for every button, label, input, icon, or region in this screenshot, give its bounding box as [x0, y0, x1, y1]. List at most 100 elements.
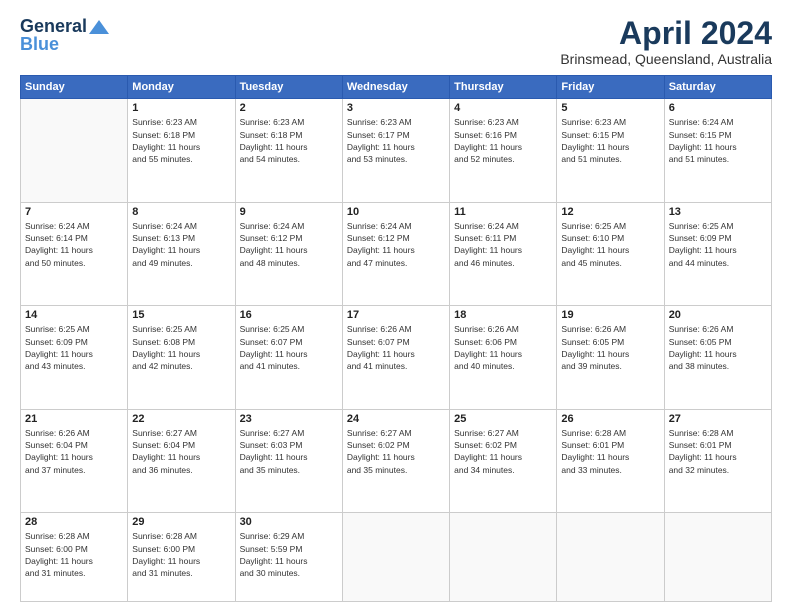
day-number: 3 — [347, 102, 445, 114]
calendar-header-row: Sunday Monday Tuesday Wednesday Thursday… — [21, 76, 772, 99]
table-row: 29 Sunrise: 6:28 AM Sunset: 6:00 PM Dayli… — [128, 513, 235, 602]
day-number: 7 — [25, 206, 123, 218]
day-number: 20 — [669, 309, 767, 321]
table-row: 5 Sunrise: 6:23 AM Sunset: 6:15 PM Daylig… — [557, 99, 664, 203]
table-row: 16Sunrise: 6:25 AM Sunset: 6:07 PM Dayli… — [235, 306, 342, 410]
header-sunday: Sunday — [21, 76, 128, 99]
title-block: April 2024 Brinsmead, Queensland, Austra… — [560, 16, 772, 67]
day-number: 2 — [240, 102, 338, 114]
table-row: 20 Sunrise: 6:26 AM Sunset: 6:05 PM Dayli… — [664, 306, 771, 410]
day-info: Sunrise: 6:23 AM Sunset: 6:18 PM Dayligh… — [240, 116, 338, 165]
day-info: Sunrise: 6:27 AM Sunset: 6:03 PM Dayligh… — [240, 427, 338, 476]
day-number: 29 — [132, 516, 230, 528]
table-row: 24Sunrise: 6:27 AM Sunset: 6:02 PM Dayli… — [342, 409, 449, 513]
day-number: 13 — [669, 206, 767, 218]
day-number: 5 — [561, 102, 659, 114]
day-info: Sunrise: 6:28 AM Sunset: 6:01 PM Dayligh… — [561, 427, 659, 476]
day-number: 22 — [132, 413, 230, 425]
day-info: Sunrise: 6:23 AM Sunset: 6:17 PM Dayligh… — [347, 116, 445, 165]
header-friday: Friday — [557, 76, 664, 99]
header: General Blue April 2024 Brinsmead, Queen… — [20, 16, 772, 67]
day-info: Sunrise: 6:27 AM Sunset: 6:02 PM Dayligh… — [454, 427, 552, 476]
day-number: 12 — [561, 206, 659, 218]
logo-icon — [89, 20, 109, 34]
table-row: 26Sunrise: 6:28 AM Sunset: 6:01 PM Dayli… — [557, 409, 664, 513]
logo-blue: Blue — [20, 34, 59, 55]
day-info: Sunrise: 6:25 AM Sunset: 6:09 PM Dayligh… — [25, 323, 123, 372]
day-info: Sunrise: 6:24 AM Sunset: 6:14 PM Dayligh… — [25, 220, 123, 269]
day-number: 11 — [454, 206, 552, 218]
day-number: 19 — [561, 309, 659, 321]
day-info: Sunrise: 6:26 AM Sunset: 6:05 PM Dayligh… — [561, 323, 659, 372]
day-info: Sunrise: 6:24 AM Sunset: 6:12 PM Dayligh… — [347, 220, 445, 269]
logo: General Blue — [20, 16, 109, 55]
table-row: 14 Sunrise: 6:25 AM Sunset: 6:09 PM Dayli… — [21, 306, 128, 410]
day-info: Sunrise: 6:26 AM Sunset: 6:04 PM Dayligh… — [25, 427, 123, 476]
day-info: Sunrise: 6:23 AM Sunset: 6:18 PM Dayligh… — [132, 116, 230, 165]
table-row: 22 Sunrise: 6:27 AM Sunset: 6:04 PM Dayli… — [128, 409, 235, 513]
table-row: 7 Sunrise: 6:24 AM Sunset: 6:14 PM Daylig… — [21, 202, 128, 306]
table-row: 18 Sunrise: 6:26 AM Sunset: 6:06 PM Dayli… — [450, 306, 557, 410]
day-number: 24 — [347, 413, 445, 425]
day-info: Sunrise: 6:26 AM Sunset: 6:07 PM Dayligh… — [347, 323, 445, 372]
day-number: 6 — [669, 102, 767, 114]
table-row: 28 Sunrise: 6:28 AM Sunset: 6:00 PM Dayli… — [21, 513, 128, 602]
day-number: 21 — [25, 413, 123, 425]
header-saturday: Saturday — [664, 76, 771, 99]
table-row: 3 Sunrise: 6:23 AM Sunset: 6:17 PM Daylig… — [342, 99, 449, 203]
table-row: 8Sunrise: 6:24 AM Sunset: 6:13 PM Daylig… — [128, 202, 235, 306]
day-info: Sunrise: 6:25 AM Sunset: 6:09 PM Dayligh… — [669, 220, 767, 269]
day-number: 4 — [454, 102, 552, 114]
table-row: 23 Sunrise: 6:27 AM Sunset: 6:03 PM Dayli… — [235, 409, 342, 513]
table-row: 9 Sunrise: 6:24 AM Sunset: 6:12 PM Daylig… — [235, 202, 342, 306]
day-info: Sunrise: 6:24 AM Sunset: 6:13 PM Dayligh… — [132, 220, 230, 269]
table-row: 1 Sunrise: 6:23 AM Sunset: 6:18 PM Daylig… — [128, 99, 235, 203]
table-row — [557, 513, 664, 602]
table-row — [450, 513, 557, 602]
day-info: Sunrise: 6:23 AM Sunset: 6:16 PM Dayligh… — [454, 116, 552, 165]
header-tuesday: Tuesday — [235, 76, 342, 99]
table-row: 10 Sunrise: 6:24 AM Sunset: 6:12 PM Dayli… — [342, 202, 449, 306]
table-row: 11 Sunrise: 6:24 AM Sunset: 6:11 PM Dayli… — [450, 202, 557, 306]
table-row — [21, 99, 128, 203]
day-info: Sunrise: 6:27 AM Sunset: 6:04 PM Dayligh… — [132, 427, 230, 476]
day-number: 17 — [347, 309, 445, 321]
table-row: 30Sunrise: 6:29 AM Sunset: 5:59 PM Dayli… — [235, 513, 342, 602]
day-info: Sunrise: 6:29 AM Sunset: 5:59 PM Dayligh… — [240, 530, 338, 579]
day-info: Sunrise: 6:28 AM Sunset: 6:00 PM Dayligh… — [25, 530, 123, 579]
day-info: Sunrise: 6:28 AM Sunset: 6:00 PM Dayligh… — [132, 530, 230, 579]
table-row: 27Sunrise: 6:28 AM Sunset: 6:01 PM Dayli… — [664, 409, 771, 513]
table-row: 21 Sunrise: 6:26 AM Sunset: 6:04 PM Dayli… — [21, 409, 128, 513]
location: Brinsmead, Queensland, Australia — [560, 51, 772, 67]
day-info: Sunrise: 6:28 AM Sunset: 6:01 PM Dayligh… — [669, 427, 767, 476]
table-row — [342, 513, 449, 602]
header-monday: Monday — [128, 76, 235, 99]
header-wednesday: Wednesday — [342, 76, 449, 99]
table-row: 6 Sunrise: 6:24 AM Sunset: 6:15 PM Daylig… — [664, 99, 771, 203]
table-row — [664, 513, 771, 602]
day-number: 18 — [454, 309, 552, 321]
table-row: 19 Sunrise: 6:26 AM Sunset: 6:05 PM Dayli… — [557, 306, 664, 410]
day-info: Sunrise: 6:25 AM Sunset: 6:08 PM Dayligh… — [132, 323, 230, 372]
table-row: 15Sunrise: 6:25 AM Sunset: 6:08 PM Dayli… — [128, 306, 235, 410]
table-row: 12Sunrise: 6:25 AM Sunset: 6:10 PM Dayli… — [557, 202, 664, 306]
day-info: Sunrise: 6:24 AM Sunset: 6:15 PM Dayligh… — [669, 116, 767, 165]
page: General Blue April 2024 Brinsmead, Queen… — [0, 0, 792, 612]
day-number: 28 — [25, 516, 123, 528]
day-number: 10 — [347, 206, 445, 218]
table-row: 4 Sunrise: 6:23 AM Sunset: 6:16 PM Daylig… — [450, 99, 557, 203]
day-number: 14 — [25, 309, 123, 321]
day-info: Sunrise: 6:24 AM Sunset: 6:11 PM Dayligh… — [454, 220, 552, 269]
table-row: 2 Sunrise: 6:23 AM Sunset: 6:18 PM Daylig… — [235, 99, 342, 203]
day-info: Sunrise: 6:26 AM Sunset: 6:05 PM Dayligh… — [669, 323, 767, 372]
day-number: 25 — [454, 413, 552, 425]
day-info: Sunrise: 6:23 AM Sunset: 6:15 PM Dayligh… — [561, 116, 659, 165]
calendar-table: Sunday Monday Tuesday Wednesday Thursday… — [20, 75, 772, 602]
day-info: Sunrise: 6:26 AM Sunset: 6:06 PM Dayligh… — [454, 323, 552, 372]
day-number: 1 — [132, 102, 230, 114]
day-info: Sunrise: 6:24 AM Sunset: 6:12 PM Dayligh… — [240, 220, 338, 269]
table-row: 13 Sunrise: 6:25 AM Sunset: 6:09 PM Dayli… — [664, 202, 771, 306]
day-number: 9 — [240, 206, 338, 218]
day-number: 23 — [240, 413, 338, 425]
table-row: 25 Sunrise: 6:27 AM Sunset: 6:02 PM Dayli… — [450, 409, 557, 513]
